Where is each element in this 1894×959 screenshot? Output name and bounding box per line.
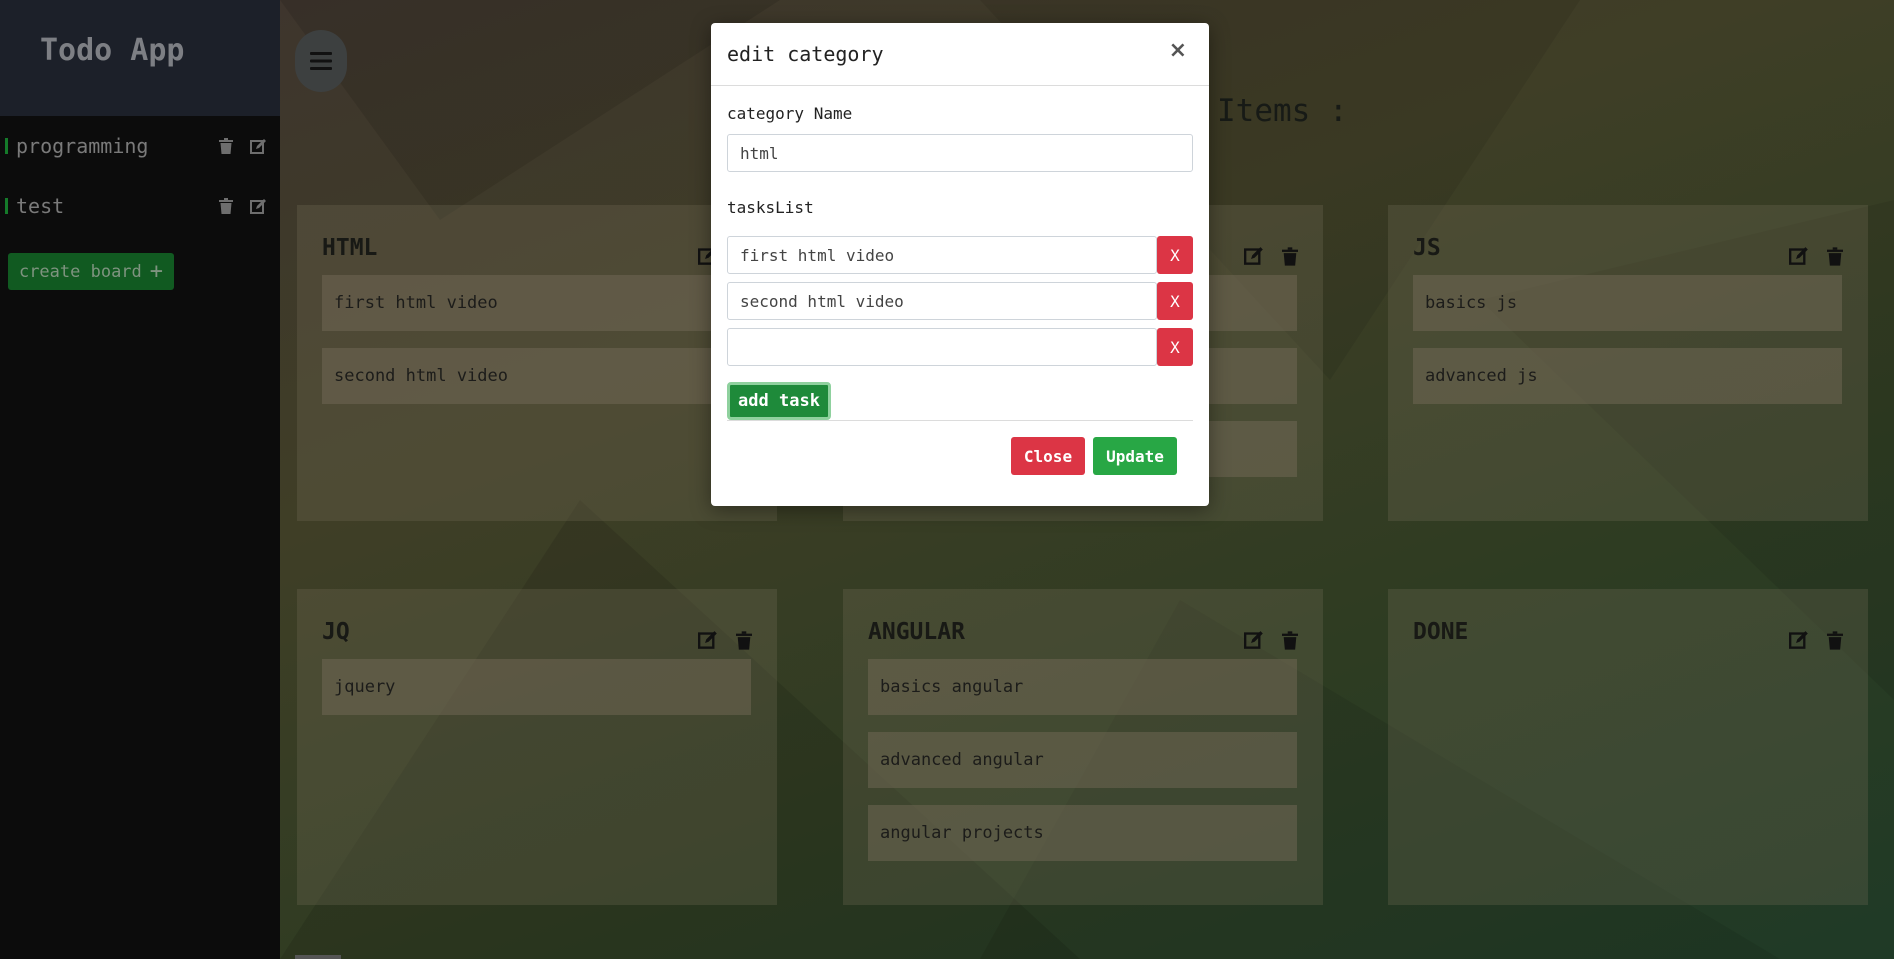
update-button[interactable]: Update [1093, 437, 1177, 475]
edit-icon[interactable] [1788, 245, 1810, 267]
sidebar-item-label[interactable]: programming [16, 134, 216, 158]
edit-icon[interactable] [1243, 629, 1265, 651]
app-title: Todo App [40, 32, 185, 68]
category-card: HTML first html video second html video [297, 205, 777, 521]
task-item[interactable]: advanced js [1413, 348, 1842, 404]
edit-icon[interactable] [248, 136, 268, 156]
trash-icon[interactable] [1824, 245, 1846, 267]
task-input[interactable]: first html video [727, 236, 1157, 274]
task-item[interactable]: basics angular [868, 659, 1297, 715]
task-item[interactable]: advanced angular [868, 732, 1297, 788]
horizontal-scrollbar[interactable] [295, 955, 341, 959]
remove-task-button[interactable]: X [1157, 236, 1193, 274]
task-item[interactable]: second html video [322, 348, 751, 404]
card-title: JS [1413, 235, 1441, 261]
trash-icon[interactable] [216, 196, 236, 216]
edit-icon[interactable] [697, 629, 719, 651]
category-card: JQ jquery [297, 589, 777, 905]
menu-toggle-button[interactable] [295, 30, 347, 92]
modal-divider [727, 420, 1193, 421]
category-name-label: category Name [727, 104, 853, 123]
edit-category-modal: edit category × category Name html tasks… [711, 23, 1209, 506]
trash-icon[interactable] [733, 629, 755, 651]
create-board-button[interactable]: create board + [8, 253, 174, 290]
trash-icon[interactable] [1824, 629, 1846, 651]
sidebar-header: Todo App [0, 0, 280, 116]
remove-task-button[interactable]: X [1157, 282, 1193, 320]
edit-icon[interactable] [1243, 245, 1265, 267]
sidebar-item-label[interactable]: test [16, 194, 216, 218]
trash-icon[interactable] [1279, 629, 1301, 651]
sidebar-item-test[interactable]: test [0, 189, 280, 223]
sidebar: Todo App programming test create board + [0, 0, 280, 959]
task-item[interactable]: jquery [322, 659, 751, 715]
trash-icon[interactable] [1279, 245, 1301, 267]
edit-icon[interactable] [248, 196, 268, 216]
create-board-label: create board [18, 261, 142, 282]
tasks-list-label: tasksList [727, 198, 814, 217]
card-title: JQ [322, 619, 350, 645]
sidebar-item-programming[interactable]: programming [0, 129, 280, 163]
modal-close-icon[interactable]: × [1163, 37, 1193, 64]
close-button[interactable]: Close [1011, 437, 1085, 475]
modal-title: edit category [727, 42, 884, 66]
page-heading: Items : [1217, 93, 1348, 129]
task-item[interactable]: angular projects [868, 805, 1297, 861]
card-actions [1243, 245, 1301, 267]
task-input[interactable] [727, 328, 1157, 366]
active-indicator [5, 138, 8, 154]
card-actions [697, 629, 755, 651]
card-title: DONE [1413, 619, 1469, 645]
edit-icon[interactable] [1788, 629, 1810, 651]
add-task-button[interactable]: add task [727, 382, 831, 420]
card-actions [1788, 245, 1846, 267]
trash-icon[interactable] [216, 136, 236, 156]
task-item[interactable]: basics js [1413, 275, 1842, 331]
task-input[interactable]: second html video [727, 282, 1157, 320]
category-card: JS basics js advanced js [1388, 205, 1868, 521]
card-actions [1243, 629, 1301, 651]
plus-icon: + [149, 258, 164, 284]
task-item[interactable]: first html video [322, 275, 751, 331]
card-title: HTML [322, 235, 378, 261]
category-card: ANGULAR basics angular advanced angular … [843, 589, 1323, 905]
card-title: ANGULAR [868, 619, 965, 645]
card-actions [1788, 629, 1846, 651]
category-name-input[interactable]: html [727, 134, 1193, 172]
remove-task-button[interactable]: X [1157, 328, 1193, 366]
active-indicator [5, 198, 8, 214]
hamburger-icon [310, 52, 332, 70]
category-card: DONE [1388, 589, 1868, 905]
modal-header: edit category × [711, 23, 1209, 86]
